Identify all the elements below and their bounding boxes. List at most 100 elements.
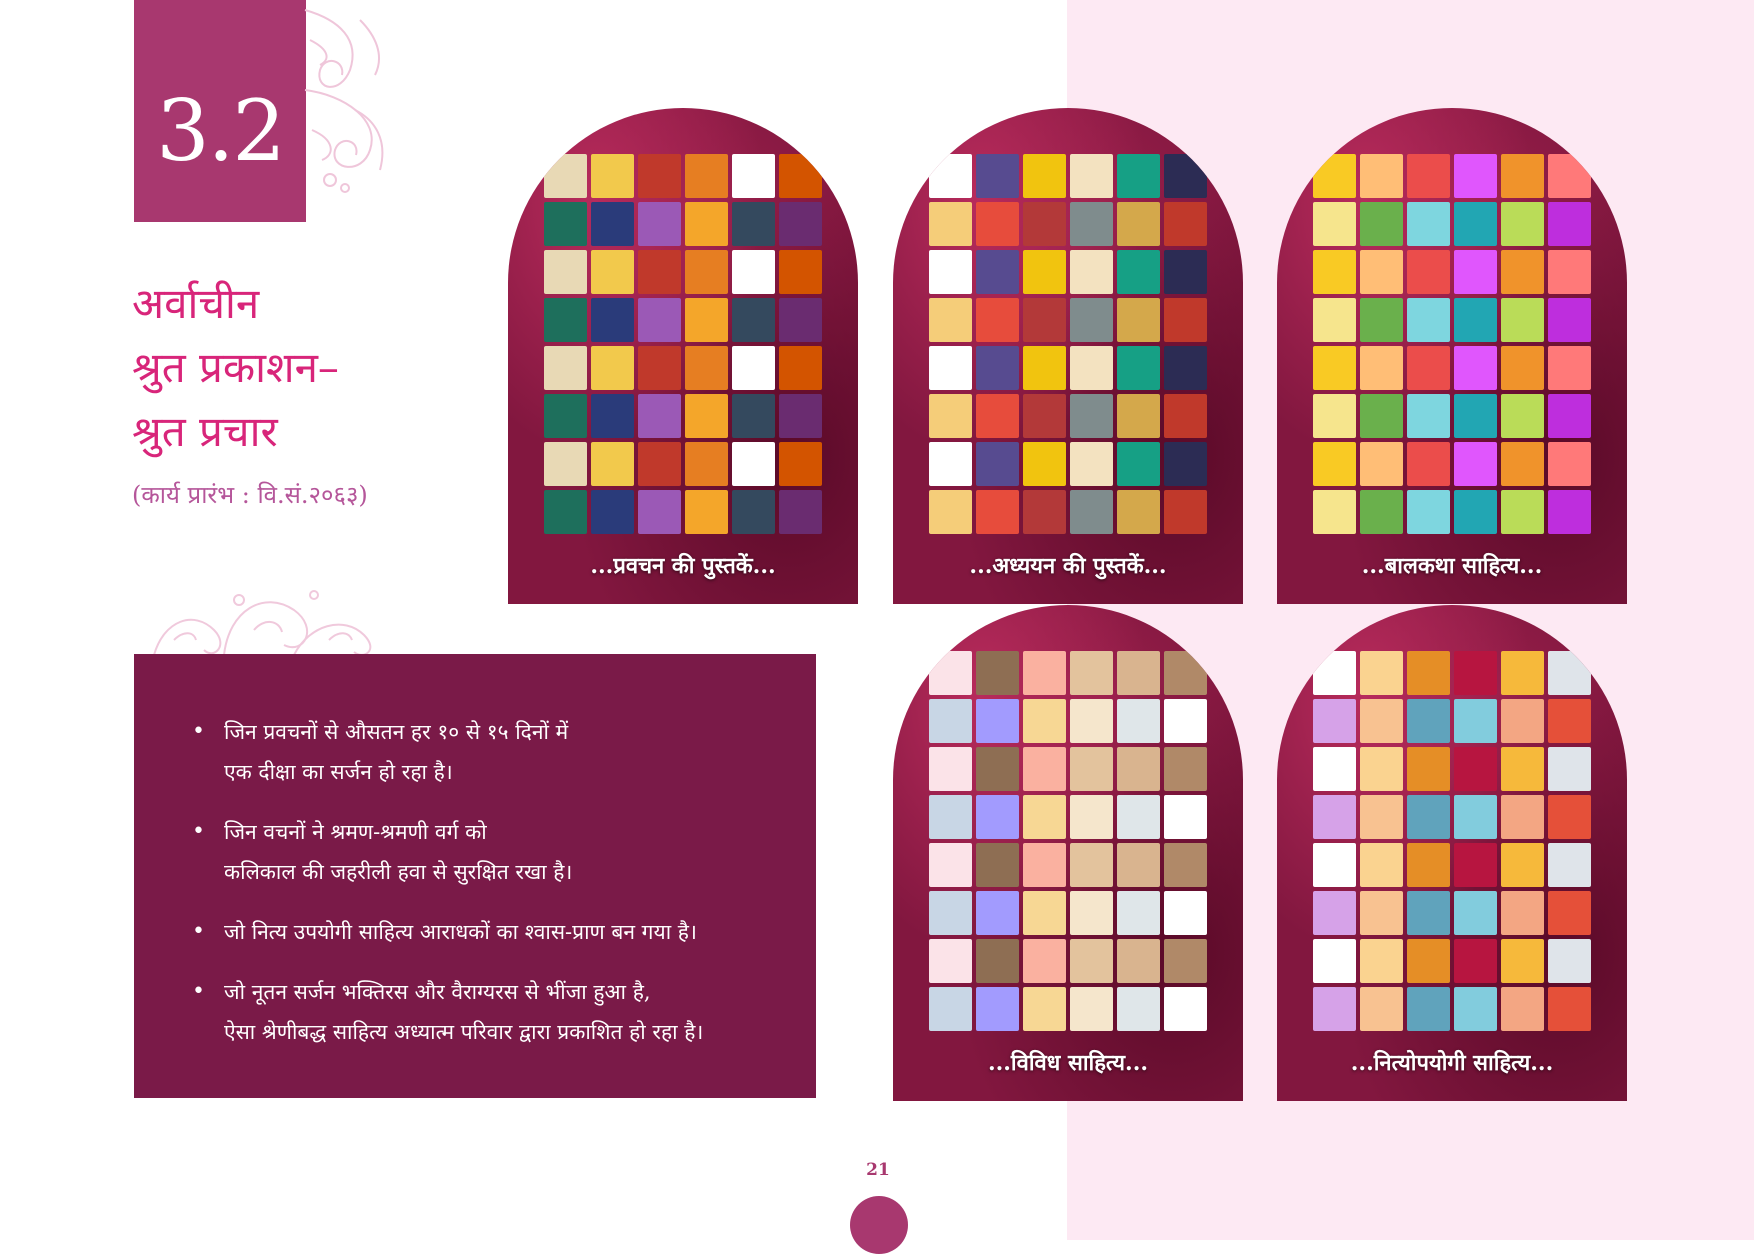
book-cover: [976, 651, 1019, 695]
book-cover: [976, 346, 1019, 390]
list-item-line: जो नित्य उपयोगी साहित्य आराधकों का श्वास…: [224, 920, 697, 944]
book-cover: [1501, 442, 1544, 486]
book-cover: [638, 250, 681, 294]
book-cover: [1023, 795, 1066, 839]
book-cover: [1407, 442, 1450, 486]
list-item-line: जो नूतन सर्जन भक्तिरस और वैराग्यरस से भी…: [224, 980, 651, 1004]
book-cover: [591, 394, 634, 438]
book-cover: [1313, 795, 1356, 839]
book-cover: [1548, 154, 1591, 198]
book-cover: [1313, 651, 1356, 695]
book-cover: [1548, 987, 1591, 1031]
book-cover: [732, 442, 775, 486]
book-cover: [976, 490, 1019, 534]
book-cover: [638, 202, 681, 246]
book-cover: [1501, 154, 1544, 198]
book-cover: [1313, 154, 1356, 198]
book-cover: [929, 651, 972, 695]
photo-nityopayogi-books: ...नित्योपयोगी साहित्य...: [1277, 605, 1627, 1101]
book-cover: [1164, 202, 1207, 246]
book-cover: [1454, 202, 1497, 246]
list-item: जिन वचनों ने श्रमण-श्रमणी वर्ग को कलिकाल…: [192, 812, 816, 892]
book-cover: [1164, 987, 1207, 1031]
book-cover: [591, 202, 634, 246]
book-cover: [1501, 747, 1544, 791]
book-cover: [1070, 298, 1113, 342]
book-cover: [1117, 699, 1160, 743]
book-cover: [544, 298, 587, 342]
book-cover: [1070, 154, 1113, 198]
section-number: 3.2: [156, 82, 286, 180]
book-cover: [1164, 939, 1207, 983]
book-cover: [1117, 939, 1160, 983]
book-cover: [1360, 795, 1403, 839]
book-cover: [1164, 651, 1207, 695]
book-cover: [976, 298, 1019, 342]
book-cover: [1313, 202, 1356, 246]
list-item: जिन प्रवचनों से औसतन हर १० से १५ दिनों म…: [192, 712, 816, 792]
book-cover: [732, 154, 775, 198]
book-cover: [685, 346, 728, 390]
book-cover: [1407, 891, 1450, 935]
book-cover: [1360, 747, 1403, 791]
book-cover: [1360, 843, 1403, 887]
book-cover: [1023, 891, 1066, 935]
book-cover: [1454, 795, 1497, 839]
book-cover: [1548, 939, 1591, 983]
book-cover: [976, 891, 1019, 935]
book-cover: [1454, 490, 1497, 534]
book-cover: [1070, 891, 1113, 935]
book-cover: [1360, 346, 1403, 390]
book-cover: [976, 202, 1019, 246]
book-cover: [591, 154, 634, 198]
book-cover: [1023, 250, 1066, 294]
book-cover: [1407, 490, 1450, 534]
book-cover: [1501, 394, 1544, 438]
page-subtitle: (कार्य प्रारंभ : वि.सं.२०६३): [132, 481, 368, 509]
book-cover: [779, 154, 822, 198]
book-cover: [1164, 250, 1207, 294]
book-cover: [1313, 939, 1356, 983]
book-cover: [732, 346, 775, 390]
book-cover: [1117, 891, 1160, 935]
book-cover: [1070, 346, 1113, 390]
book-cover: [929, 891, 972, 935]
book-cover: [1454, 651, 1497, 695]
book-cover: [1548, 394, 1591, 438]
book-cover: [1454, 747, 1497, 791]
title-line: अर्वाचीन: [132, 279, 260, 328]
book-cover: [1548, 202, 1591, 246]
book-cover: [1117, 394, 1160, 438]
photo-balkatha-books: ...बालकथा साहित्य...: [1277, 108, 1627, 604]
book-cover: [1454, 987, 1497, 1031]
book-cover: [1548, 442, 1591, 486]
book-cover: [1313, 699, 1356, 743]
book-cover: [1360, 891, 1403, 935]
photo-caption: ...बालकथा साहित्य...: [1361, 553, 1543, 579]
book-cover: [1164, 843, 1207, 887]
book-cover: [1548, 250, 1591, 294]
book-cover: [976, 939, 1019, 983]
book-cover: [1023, 651, 1066, 695]
book-cover: [638, 394, 681, 438]
book-cover: [1023, 346, 1066, 390]
book-cover: [1117, 987, 1160, 1031]
list-item-line: जिन प्रवचनों से औसतन हर १० से १५ दिनों म…: [224, 720, 569, 744]
book-cover: [1548, 490, 1591, 534]
book-cover: [1501, 202, 1544, 246]
book-cover: [1454, 346, 1497, 390]
section-number-box: 3.2: [134, 0, 306, 222]
photo-adhyayan-books: ...अध्ययन की पुस्तकें...: [893, 108, 1243, 604]
book-collage: [1313, 651, 1591, 1031]
book-cover: [1548, 298, 1591, 342]
book-cover: [591, 490, 634, 534]
book-cover: [1023, 490, 1066, 534]
book-cover: [1070, 250, 1113, 294]
book-cover: [732, 490, 775, 534]
book-cover: [976, 394, 1019, 438]
highlights-list: जिन प्रवचनों से औसतन हर १० से १५ दिनों म…: [134, 654, 816, 1052]
book-cover: [1313, 250, 1356, 294]
book-cover: [732, 298, 775, 342]
book-cover: [1313, 490, 1356, 534]
book-cover: [1313, 394, 1356, 438]
